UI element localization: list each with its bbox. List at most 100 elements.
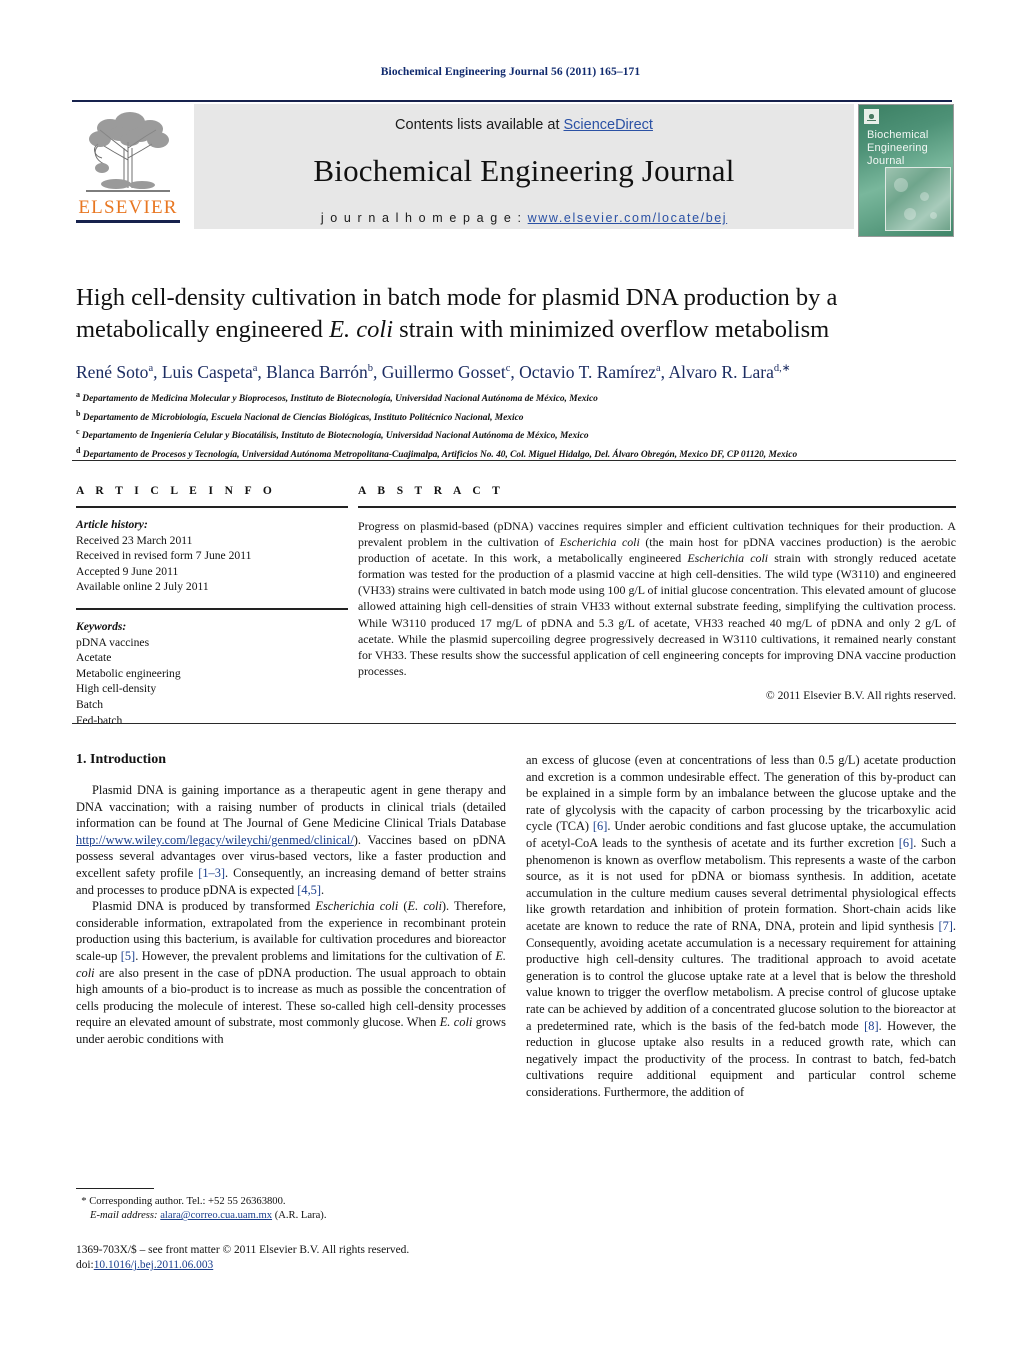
intro-paragraph-3: an excess of glucose (even at concentrat… (526, 752, 956, 1100)
corresponding-author-line: * Corresponding author. Tel.: +52 55 263… (76, 1195, 506, 1209)
cover-title-text: Biochemical Engineering Journal (867, 129, 951, 168)
abstract-column: A B S T R A C T Progress on plasmid-base… (358, 485, 956, 702)
article-title-line-2b: strain with minimized overflow metabolis… (393, 316, 830, 343)
author-4: Octavio T. Ramírez (519, 361, 656, 382)
email-line: E-mail address: alara@correo.cua.uam.mx … (76, 1209, 506, 1223)
affiliation-c-text: Departamento de Ingeniería Celular y Bio… (81, 431, 589, 442)
doi-label: doi: (76, 1259, 94, 1272)
homepage-prefix: j o u r n a l h o m e p a g e : (320, 211, 528, 225)
intro-p2-species-4: E. coli (439, 1015, 473, 1030)
abstract-species-1: Escherichia coli (559, 535, 640, 550)
citation-6-first[interactable]: [6] (593, 819, 607, 833)
doi-line: doi:10.1016/j.bej.2011.06.003 (76, 1258, 506, 1273)
affiliation-d-marker: d (76, 446, 81, 456)
keywords-label: Keywords: (76, 619, 127, 633)
affiliation-b-marker: b (76, 408, 81, 418)
keyword-item: High cell-density (76, 682, 157, 696)
cover-elsevier-icon (864, 109, 879, 124)
keywords-block: Keywords: pDNA vaccines Acetate Metaboli… (76, 619, 348, 728)
affiliation-c-marker: c (76, 427, 80, 437)
email-owner: (A.R. Lara). (272, 1210, 327, 1222)
abstract-text: Progress on plasmid-based (pDNA) vaccine… (358, 518, 956, 679)
article-title-line-2a: metabolically engineered (76, 316, 330, 343)
divider-above-abstract (72, 460, 956, 461)
email-label: E-mail address: (90, 1210, 158, 1222)
elsevier-tree-icon (86, 112, 170, 192)
doi-link[interactable]: 10.1016/j.bej.2011.06.003 (94, 1259, 214, 1271)
affiliation-a: a Departamento de Medicina Molecular y B… (76, 388, 966, 407)
footnote-rule (76, 1188, 154, 1189)
intro-p2-a: Plasmid DNA is produced by transformed (92, 899, 316, 914)
intro-p2-b: ( (398, 899, 408, 914)
intro-paragraph-1: Plasmid DNA is gaining importance as a t… (76, 782, 506, 898)
keyword-item: Metabolic engineering (76, 666, 181, 680)
corresponding-author-text: Corresponding author. Tel.: +52 55 26363… (86, 1196, 286, 1207)
article-info-column: A R T I C L E I N F O Article history: R… (76, 485, 348, 728)
author-5: Alvaro R. Lara (668, 361, 774, 382)
keyword-item: Batch (76, 697, 104, 711)
affiliation-c: c Departamento de Ingeniería Celular y B… (76, 425, 966, 444)
corresponding-author-email-link[interactable]: alara@correo.cua.uam.mx (160, 1210, 272, 1221)
article-title-species: E. coli (329, 316, 394, 343)
elsevier-wordmark: ELSEVIER (78, 197, 178, 218)
article-history-block: Article history: Received 23 March 2011 … (76, 517, 348, 595)
author-1: Luis Caspeta (161, 361, 253, 382)
gene-medicine-trials-link[interactable]: http://www.wiley.com/legacy/wileychi/gen… (76, 833, 354, 847)
abstract-copyright: © 2011 Elsevier B.V. All rights reserved… (765, 688, 956, 702)
article-history-online: Available online 2 July 2011 (76, 580, 209, 594)
intro-p1-a: Plasmid DNA is gaining importance as a t… (76, 783, 506, 831)
keyword-item: Fed-batch (76, 713, 123, 727)
affiliation-a-marker: a (76, 390, 80, 399)
intro-p3-c: . Such a phenomenon is known as overflow… (526, 835, 957, 933)
abstract-heading: A B S T R A C T (358, 485, 505, 497)
journal-homepage-link[interactable]: www.elsevier.com/locate/bej (528, 211, 728, 225)
citation-5[interactable]: [5] (121, 949, 135, 963)
author-sep-1: , (257, 361, 267, 382)
article-title: High cell-density cultivation in batch m… (76, 282, 956, 346)
citation-4-5[interactable]: [4,5] (297, 883, 321, 897)
article-history-label: Article history: (76, 518, 148, 531)
author-sep-3: , (510, 361, 520, 382)
intro-p2-d: . However, the prevalent problems and li… (135, 948, 496, 963)
divider-below-abstract (72, 723, 956, 724)
intro-p2-species-1: Escherichia coli (315, 899, 399, 914)
citation-6-second[interactable]: [6] (899, 836, 913, 850)
journal-cover-thumbnail: Biochemical Engineering Journal (858, 104, 954, 237)
keyword-item: pDNA vaccines (76, 635, 150, 649)
article-history-received: Received 23 March 2011 (76, 533, 193, 547)
imprint-block: 1369-703X/$ – see front matter © 2011 El… (76, 1243, 506, 1274)
author-list: René Sotoa, Luis Caspetaa, Blanca Barrón… (76, 358, 956, 383)
author-sep-0: , (153, 361, 162, 382)
intro-p2-species-2: E. coli (407, 899, 442, 914)
contents-prefix: Contents lists available at (395, 117, 564, 133)
journal-header-band: Contents lists available at ScienceDirec… (194, 104, 854, 229)
intro-paragraph-2: Plasmid DNA is produced by transformed E… (76, 898, 506, 1047)
article-history-revised: Received in revised form 7 June 2011 (76, 549, 252, 563)
body-column-right: an excess of glucose (even at concentrat… (526, 752, 956, 1100)
article-title-block: High cell-density cultivation in batch m… (76, 282, 956, 383)
journal-article-page: Biochemical Engineering Journal 56 (2011… (0, 0, 1021, 1351)
citation-8[interactable]: [8] (864, 1019, 878, 1033)
abstract-part-3: strain with strongly reduced acetate for… (358, 551, 956, 678)
elsevier-rule (76, 220, 180, 223)
sciencedirect-link[interactable]: ScienceDirect (564, 117, 653, 133)
cover-title-line-1: Biochemical (867, 129, 929, 141)
abstract-rule (358, 506, 956, 508)
affiliation-b: b Departamento de Microbiología, Escuela… (76, 407, 966, 426)
author-2: Blanca Barrón (266, 361, 368, 382)
author-0: René Soto (76, 361, 149, 382)
author-sep-2: , (372, 361, 382, 382)
article-history-accepted: Accepted 9 June 2011 (76, 564, 179, 578)
corresponding-author-footnote: * Corresponding author. Tel.: +52 55 263… (76, 1195, 506, 1223)
issn-copyright-line: 1369-703X/$ – see front matter © 2011 El… (76, 1244, 410, 1256)
elsevier-logo: ELSEVIER (72, 104, 184, 237)
article-title-line-1: High cell-density cultivation in batch m… (76, 284, 838, 311)
citation-7[interactable]: [7] (938, 919, 952, 933)
intro-p1-d: . (321, 882, 325, 897)
affiliation-a-text: Departamento de Medicina Molecular y Bio… (82, 394, 598, 405)
article-info-heading: A R T I C L E I N F O (76, 485, 277, 497)
article-info-rule (76, 506, 348, 508)
cover-title-line-2: Engineering (867, 142, 928, 154)
journal-masthead: ELSEVIER Contents lists available at Sci… (72, 100, 954, 237)
citation-1-3[interactable]: [1–3] (198, 866, 225, 880)
